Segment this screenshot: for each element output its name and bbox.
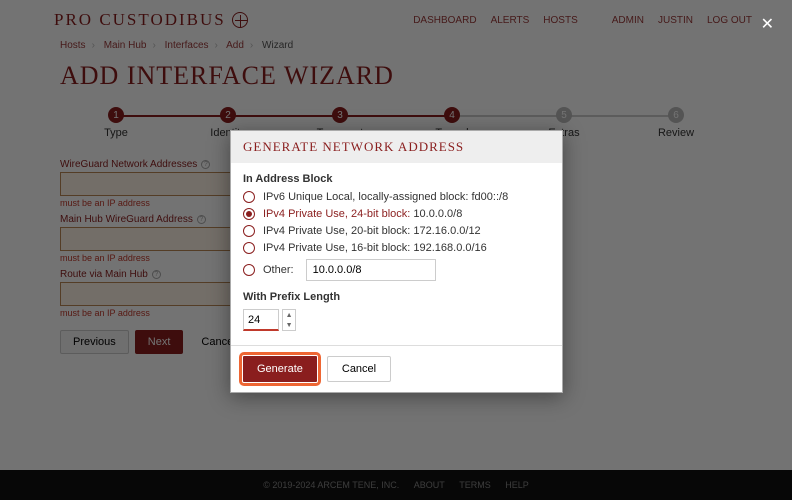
prefix-heading: With Prefix Length <box>243 291 550 303</box>
radio-other-label: Other: <box>263 264 294 276</box>
stepper-up-icon[interactable]: ▲ <box>283 310 295 320</box>
generate-address-modal: GENERATE NETWORK ADDRESS In Address Bloc… <box>230 130 563 393</box>
modal-cancel-button[interactable]: Cancel <box>327 356 391 382</box>
stepper-down-icon[interactable]: ▼ <box>283 320 295 330</box>
radio-ipv6-label: IPv6 Unique Local, locally-assigned bloc… <box>263 191 508 203</box>
prefix-stepper[interactable]: ▲ ▼ <box>282 309 296 331</box>
radio-icon <box>243 191 255 203</box>
radio-ipv6-ula[interactable]: IPv6 Unique Local, locally-assigned bloc… <box>243 191 550 203</box>
radio-ipv4-20[interactable]: IPv4 Private Use, 20-bit block: 172.16.0… <box>243 225 550 237</box>
radio-ipv4-16-label: IPv4 Private Use, 16-bit block: 192.168.… <box>263 242 487 254</box>
radio-icon <box>243 264 255 276</box>
radio-ipv4-24[interactable]: IPv4 Private Use, 24-bit block: 10.0.0.0… <box>243 208 550 220</box>
radio-ipv4-24-label: IPv4 Private Use, 24-bit block: 10.0.0.0… <box>263 208 462 220</box>
radio-ipv4-20-label: IPv4 Private Use, 20-bit block: 172.16.0… <box>263 225 481 237</box>
radio-icon <box>243 208 255 220</box>
address-block-heading: In Address Block <box>243 173 550 185</box>
generate-button[interactable]: Generate <box>243 356 317 382</box>
other-block-input[interactable] <box>306 259 436 281</box>
radio-other[interactable]: Other: <box>243 259 550 281</box>
prefix-length-input[interactable] <box>243 309 279 331</box>
radio-ipv4-16[interactable]: IPv4 Private Use, 16-bit block: 192.168.… <box>243 242 550 254</box>
close-icon[interactable]: ✕ <box>761 14 774 34</box>
radio-icon <box>243 242 255 254</box>
modal-title: GENERATE NETWORK ADDRESS <box>231 131 562 163</box>
radio-icon <box>243 225 255 237</box>
